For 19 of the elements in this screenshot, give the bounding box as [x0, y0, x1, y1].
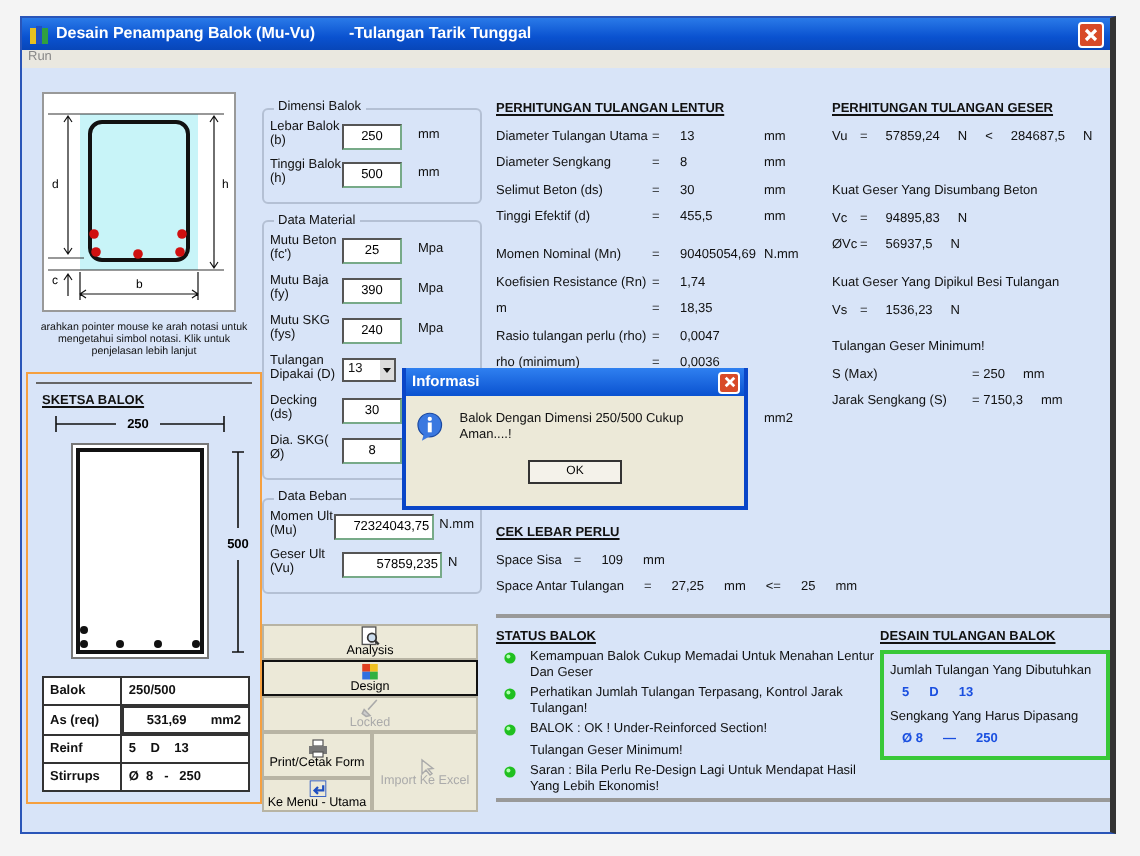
- color-squares-icon: [360, 662, 380, 682]
- status-dot-icon: [504, 724, 516, 737]
- info-icon: [416, 412, 444, 442]
- status-dot-icon: [504, 652, 516, 665]
- cursor-icon: [415, 755, 435, 776]
- return-arrow-icon: [307, 780, 327, 798]
- printer-icon: [307, 738, 327, 759]
- close-icon: [1084, 27, 1098, 41]
- status-dot-icon: [504, 688, 516, 701]
- status-dot-icon: [504, 766, 516, 779]
- close-button[interactable]: [1078, 21, 1104, 47]
- window-subtitle: -Tulangan Tarik Tunggal: [349, 24, 532, 44]
- window-title: Desain Penampang Balok (Mu-Vu): [56, 24, 315, 44]
- broom-icon: [360, 698, 380, 718]
- close-button[interactable]: [718, 371, 740, 393]
- books-icon: [28, 23, 50, 45]
- close-icon: [723, 376, 735, 388]
- caret-icon: [380, 360, 394, 380]
- document-magnifier-icon: [360, 626, 380, 646]
